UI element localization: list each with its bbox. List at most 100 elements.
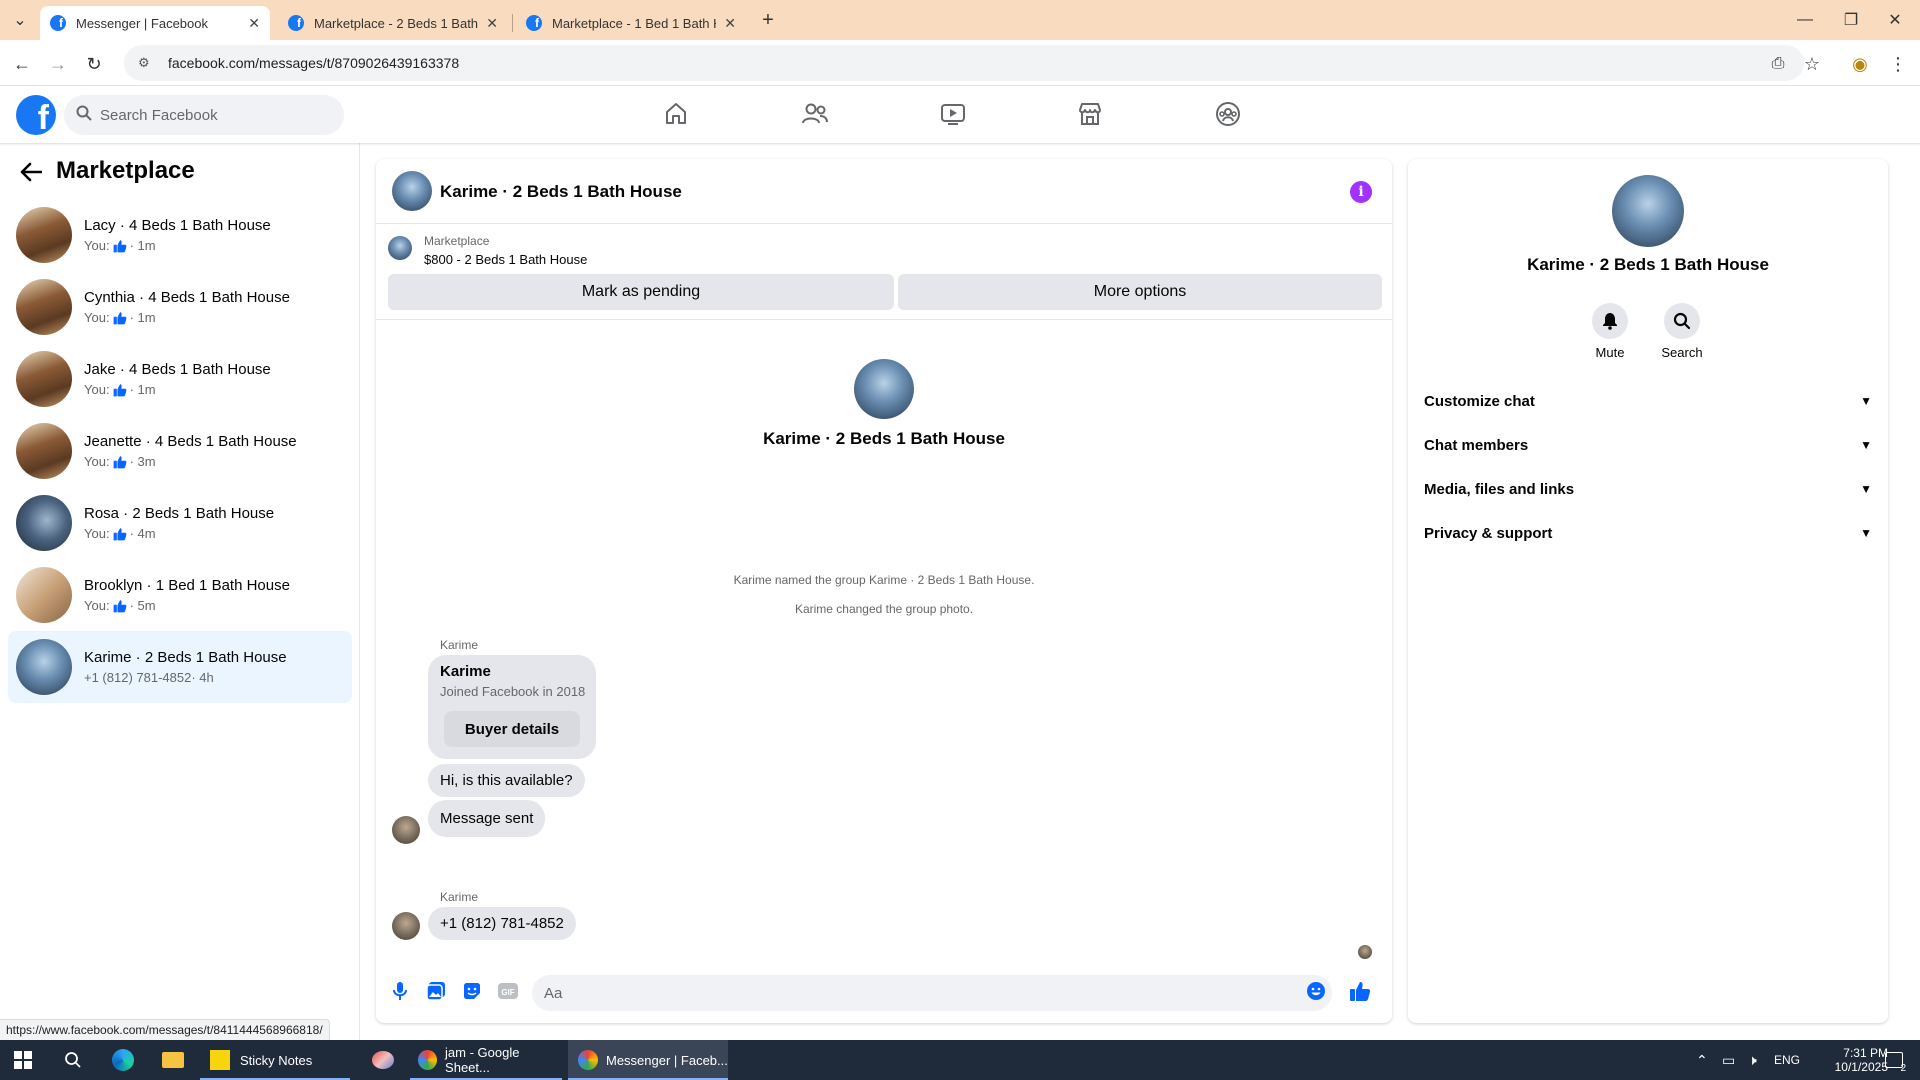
conversation-name: Karime · 2 Beds 1 Bath House (84, 649, 287, 666)
microphone-icon[interactable] (388, 979, 412, 1003)
new-tab-plus-icon[interactable]: + (756, 8, 780, 32)
privacy-support-section[interactable]: Privacy & support ▼ (1416, 511, 1880, 555)
photo-attach-icon[interactable] (424, 979, 448, 1003)
search-conversation-button[interactable]: Search (1652, 303, 1712, 360)
url-omnibox[interactable]: ⚙ facebook.com/messages/t/87090264391633… (124, 45, 1804, 81)
conversation-item[interactable]: Brooklyn · 1 Bed 1 Bath House You: · 5m (8, 559, 352, 631)
message-input[interactable] (532, 975, 1332, 1011)
taskbar-sticky-notes[interactable]: Sticky Notes (200, 1040, 350, 1080)
thumbs-up-icon[interactable] (1348, 979, 1372, 1003)
edge-browser-icon[interactable] (108, 1040, 138, 1080)
conversation-item[interactable]: Cynthia · 4 Beds 1 Bath House You: · 1m (8, 271, 352, 343)
reload-icon[interactable]: ↻ (82, 52, 106, 76)
tab-marketplace-2-beds[interactable]: f Marketplace - 2 Beds 1 Bath House ✕ (278, 6, 508, 40)
conversation-item[interactable]: Karime · 2 Beds 1 Bath House +1 (812) 781… (8, 631, 352, 703)
thumbs-up-icon (113, 311, 127, 325)
conversation-item[interactable]: Lacy · 4 Beds 1 Bath House You: · 1m (8, 199, 352, 271)
customize-chat-section[interactable]: Customize chat ▼ (1416, 379, 1880, 423)
install-app-icon[interactable]: ⎙ (1766, 52, 1790, 76)
media-files-links-section[interactable]: Media, files and links ▼ (1416, 467, 1880, 511)
back-arrow-icon[interactable] (16, 157, 46, 187)
seen-receipt-avatar (1358, 945, 1372, 959)
tab-title: Marketplace - 2 Beds 1 Bath House (314, 15, 479, 31)
gif-icon[interactable]: GIF (496, 979, 520, 1003)
group-photo[interactable] (854, 359, 914, 419)
preview-prefix: You: (84, 454, 110, 469)
message-composer: GIF (376, 969, 1392, 1015)
video-icon[interactable] (933, 94, 973, 134)
show-hidden-icons-icon[interactable]: ⌃ (1696, 1040, 1708, 1080)
facebook-favicon-icon: f (288, 15, 304, 31)
sender-avatar[interactable] (392, 816, 420, 844)
close-tab-icon[interactable]: ✕ (724, 15, 736, 32)
taskbar-search-icon[interactable] (58, 1040, 88, 1080)
chat-header: Karime · 2 Beds 1 Bath House i (376, 159, 1392, 224)
mute-button[interactable]: Mute (1580, 303, 1640, 360)
more-options-button[interactable]: More options (898, 274, 1382, 310)
bookmark-star-icon[interactable]: ☆ (1800, 52, 1824, 76)
conversation-name: Brooklyn · 1 Bed 1 Bath House (84, 577, 290, 594)
kebab-menu-icon[interactable]: ⋮ (1886, 52, 1910, 76)
chat-avatar[interactable] (392, 171, 432, 211)
close-tab-icon[interactable]: ✕ (486, 15, 498, 32)
notification-center-icon[interactable]: 2 (1878, 1040, 1910, 1080)
listing-thumbnail[interactable] (388, 236, 412, 260)
windows-start-icon[interactable] (8, 1040, 38, 1080)
taskbar-item-label: jam - Google Sheet... (445, 1045, 520, 1075)
conversation-thumbnail (16, 495, 72, 551)
profile-icon[interactable]: ◉ (1848, 52, 1872, 76)
facebook-logo[interactable]: f (16, 95, 56, 135)
search-input[interactable] (100, 106, 300, 124)
message-bubble[interactable]: Message sent (428, 800, 546, 837)
conversation-preview: You: · 4m (84, 526, 274, 541)
conversation-item[interactable]: Jeanette · 4 Beds 1 Bath House You: · 3m (8, 415, 352, 487)
info-icon[interactable]: i (1350, 181, 1372, 203)
buyer-name: Karime (440, 663, 491, 680)
facebook-search-box[interactable] (64, 95, 344, 135)
conversation-item[interactable]: Rosa · 2 Beds 1 Bath House You: · 4m (8, 487, 352, 559)
chat-details-panel: Karime · 2 Beds 1 Bath House Mute Search… (1408, 159, 1888, 1023)
emoji-icon[interactable] (1304, 979, 1328, 1003)
friends-icon[interactable] (795, 94, 835, 134)
taskbar-messenger[interactable]: Messenger | Faceb... (568, 1040, 728, 1080)
chat-panel: Karime · 2 Beds 1 Bath House i Marketpla… (376, 159, 1392, 1023)
preview-prefix: You: (84, 238, 110, 253)
tab-search-chevron-icon[interactable]: ⌄ (8, 10, 32, 30)
conversation-item[interactable]: Jake · 4 Beds 1 Bath House You: · 1m (8, 343, 352, 415)
minimize-icon[interactable]: — (1790, 8, 1820, 32)
marketplace-icon[interactable] (1070, 94, 1110, 134)
preview-prefix: You: (84, 598, 110, 613)
conversation-preview: You: · 1m (84, 238, 271, 253)
buyer-details-button[interactable]: Buyer details (444, 711, 580, 747)
back-arrow-icon[interactable]: ← (10, 52, 34, 76)
site-info-icon[interactable]: ⚙ (138, 55, 156, 71)
thumbs-up-icon (113, 527, 127, 541)
language-indicator[interactable]: ENG (1774, 1040, 1800, 1080)
sender-avatar[interactable] (392, 912, 420, 940)
sticker-icon[interactable] (460, 979, 484, 1003)
file-explorer-icon[interactable] (158, 1040, 188, 1080)
forward-arrow-icon[interactable]: → (46, 52, 70, 76)
listing-title[interactable]: $800 - 2 Beds 1 Bath House (424, 252, 587, 267)
home-icon[interactable] (656, 94, 696, 134)
tab-messenger[interactable]: f Messenger | Facebook ✕ (40, 6, 270, 40)
taskbar-google-sheets[interactable]: jam - Google Sheet... (410, 1040, 562, 1080)
url-text: facebook.com/messages/t/8709026439163378 (168, 55, 460, 71)
chat-title[interactable]: Karime · 2 Beds 1 Bath House (440, 182, 682, 202)
window-close-icon[interactable]: ✕ (1880, 8, 1910, 32)
chat-members-section[interactable]: Chat members ▼ (1416, 423, 1880, 467)
message-sender: Karime (440, 638, 479, 652)
groups-icon[interactable] (1208, 94, 1248, 134)
group-photo-large[interactable] (1612, 175, 1684, 247)
svg-text:GIF: GIF (501, 988, 514, 997)
message-bubble[interactable]: Hi, is this available? (428, 764, 585, 797)
tab-marketplace-1-bed[interactable]: f Marketplace - 1 Bed 1 Bath House ✕ (516, 6, 746, 40)
close-tab-icon[interactable]: ✕ (248, 15, 260, 32)
mark-as-pending-button[interactable]: Mark as pending (388, 274, 894, 310)
message-bubble[interactable]: +1 (812) 781-4852 (428, 907, 576, 940)
volume-muted-icon[interactable]: 🕨 (1748, 1040, 1757, 1080)
restore-icon[interactable]: ❐ (1836, 8, 1866, 32)
network-icon[interactable]: ▭ (1722, 1040, 1735, 1080)
app-icon[interactable] (368, 1040, 398, 1080)
windows-taskbar: Sticky Notes jam - Google Sheet... Messe… (0, 1040, 1920, 1080)
